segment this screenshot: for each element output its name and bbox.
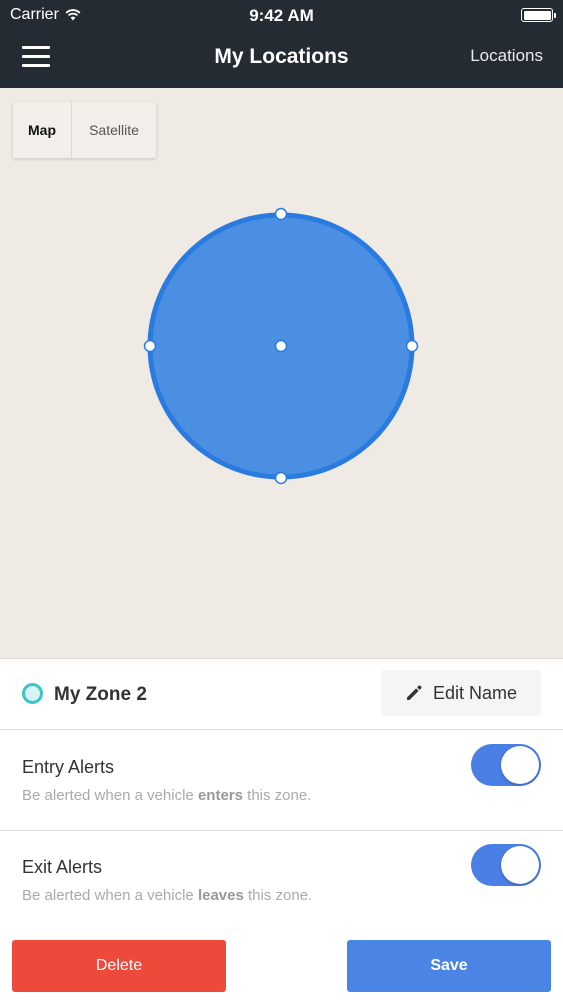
- exit-desc-before: Be alerted when a vehicle: [22, 887, 198, 904]
- toggle-knob: [501, 746, 539, 784]
- entry-desc-after: this zone.: [242, 787, 312, 804]
- navigation-bar: Carrier 9:42 AM My Locations Locations: [0, 0, 563, 88]
- edit-name-button[interactable]: Edit Name: [381, 670, 541, 716]
- entry-alerts-title: Entry Alerts: [22, 757, 115, 777]
- entry-alerts-toggle[interactable]: [471, 744, 541, 786]
- delete-button[interactable]: Delete: [12, 940, 226, 992]
- exit-desc-bold: leaves: [197, 887, 244, 904]
- entry-desc-before: Be alerted when a vehicle: [22, 787, 198, 804]
- center-handle[interactable]: [274, 339, 288, 353]
- exit-alerts-description: Be alerted when a vehicle leaves this zo…: [22, 887, 312, 904]
- locations-button[interactable]: Locations: [470, 46, 543, 66]
- resize-handle-right[interactable]: [405, 339, 419, 353]
- status-bar: Carrier 9:42 AM: [0, 0, 563, 30]
- status-time: 9:42 AM: [249, 6, 314, 25]
- map-view[interactable]: Map Satellite: [0, 88, 563, 658]
- resize-handle-left[interactable]: [143, 339, 157, 353]
- resize-handle-top[interactable]: [274, 207, 288, 221]
- pencil-icon: [406, 685, 422, 700]
- zone-name: My Zone 2: [54, 684, 147, 705]
- exit-alerts-title: Exit Alerts: [22, 857, 103, 877]
- zone-overlay: [143, 207, 419, 485]
- exit-alerts-row: Exit Alerts Be alerted when a vehicle le…: [0, 831, 563, 931]
- exit-alerts-toggle[interactable]: [471, 844, 541, 886]
- save-button[interactable]: Save: [347, 940, 551, 992]
- toggle-knob: [501, 846, 539, 884]
- entry-alerts-row: Entry Alerts Be alerted when a vehicle e…: [0, 731, 563, 831]
- resize-handle-bottom[interactable]: [274, 471, 288, 485]
- edit-name-label: Edit Name: [432, 682, 518, 703]
- entry-desc-bold: enters: [197, 787, 243, 804]
- zone-header: My Zone 2 Edit Name: [0, 658, 563, 730]
- battery-icon: [521, 8, 556, 22]
- zone-color-indicator: [22, 683, 43, 704]
- exit-desc-after: this zone.: [243, 887, 313, 904]
- entry-alerts-description: Be alerted when a vehicle enters this zo…: [22, 787, 311, 804]
